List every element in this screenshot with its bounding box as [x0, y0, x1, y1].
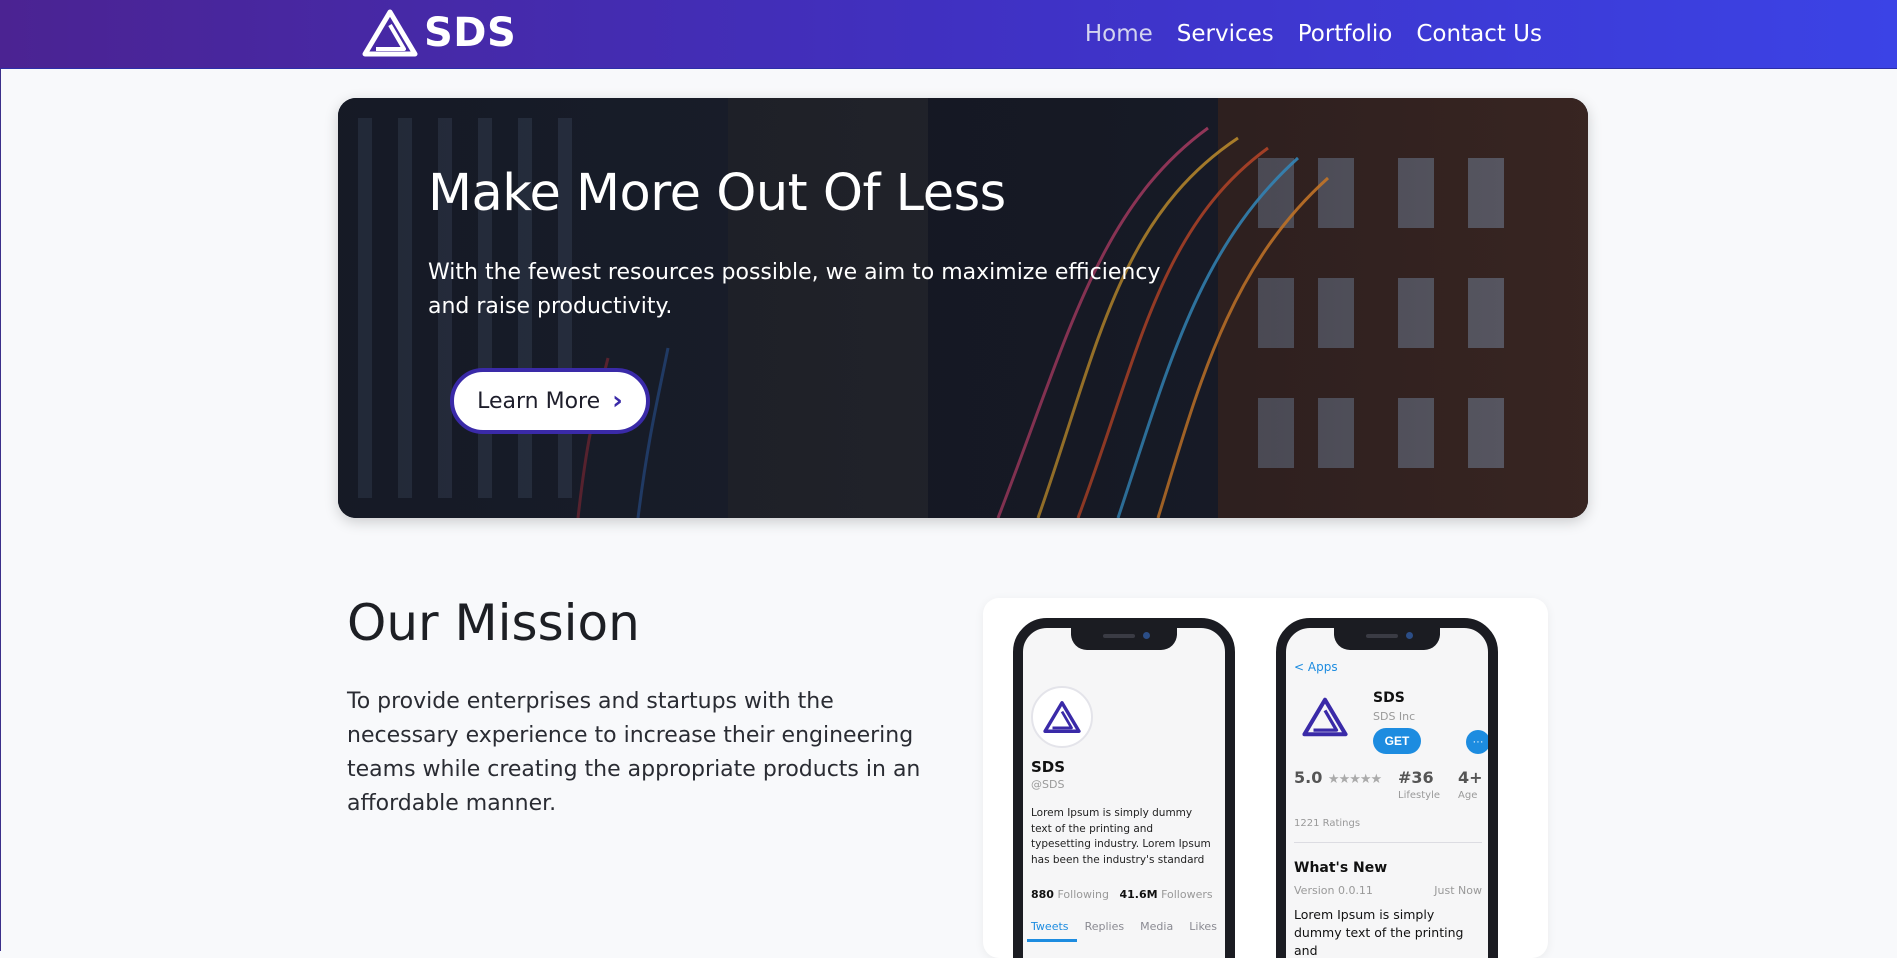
followers-label: Followers: [1161, 888, 1213, 901]
get-button: GET: [1373, 728, 1421, 754]
learn-more-button[interactable]: Learn More ›: [450, 368, 650, 434]
sds-logo-icon: [1043, 701, 1081, 733]
top-navbar: SDS Home Services Portfolio Contact Us: [0, 0, 1897, 69]
back-link: < Apps: [1294, 660, 1338, 674]
hero-title: Make More Out Of Less: [428, 164, 1006, 223]
learn-more-label: Learn More: [477, 388, 601, 414]
followers-count: 41.6M: [1119, 888, 1158, 901]
app-age-label: Age: [1458, 790, 1478, 801]
following-label: Following: [1057, 888, 1109, 901]
app-rank-label: Lifestyle: [1398, 790, 1441, 801]
more-options-icon: ···: [1466, 730, 1488, 754]
app-company: SDS Inc: [1373, 710, 1416, 723]
divider: [1294, 842, 1482, 843]
phone-mockup-app-store: < Apps SDS SDS Inc GET ··· 5.0 ★★★★★ #36…: [1276, 618, 1498, 958]
version-label: Version 0.0.11: [1294, 884, 1373, 897]
page-left-border: [0, 68, 1, 951]
tab-replies: Replies: [1084, 920, 1125, 933]
mission-text: To provide enterprises and startups with…: [347, 689, 921, 816]
nav-links: Home Services Portfolio Contact Us: [1085, 0, 1542, 68]
tab-tweets: Tweets: [1031, 920, 1069, 933]
hero-subtitle: With the fewest resources possible, we a…: [428, 260, 1161, 319]
ratings-count: 1221 Ratings: [1294, 818, 1361, 829]
profile-tabs: Tweets Replies Media Likes: [1023, 920, 1225, 933]
app-name: SDS: [1373, 690, 1405, 706]
app-rating: 5.0 ★★★★★: [1294, 768, 1382, 787]
sds-logo-icon: [362, 9, 418, 57]
sds-logo-icon: [1302, 697, 1348, 737]
nav-link-portfolio[interactable]: Portfolio: [1298, 21, 1393, 47]
active-tab-indicator: [1027, 939, 1077, 942]
chevron-right-icon: ›: [612, 386, 623, 416]
phone-mockups-card: SDS @SDS Lorem Ipsum is simply dummy tex…: [983, 598, 1548, 958]
app-icon: [1296, 688, 1354, 746]
release-notes: Lorem Ipsum is simply dummy text of the …: [1294, 907, 1464, 958]
star-rating-icon: ★★★★★: [1327, 772, 1382, 787]
tab-media: Media: [1140, 920, 1174, 933]
brand-logo-link[interactable]: SDS: [362, 8, 516, 58]
app-rank: #36: [1398, 768, 1434, 787]
following-count: 880: [1031, 888, 1054, 901]
phone-notch: [1071, 628, 1177, 650]
nav-link-home[interactable]: Home: [1085, 21, 1153, 47]
app-age: 4+: [1458, 768, 1483, 787]
phone-mockup-profile: SDS @SDS Lorem Ipsum is simply dummy tex…: [1013, 618, 1235, 958]
release-time: Just Now: [1434, 884, 1482, 897]
profile-handle: @SDS: [1031, 778, 1065, 791]
nav-link-contact[interactable]: Contact Us: [1416, 21, 1542, 47]
phone-notch: [1334, 628, 1440, 650]
mission-title: Our Mission: [347, 594, 640, 652]
nav-link-services[interactable]: Services: [1177, 21, 1274, 47]
hero-banner: Make More Out Of Less With the fewest re…: [338, 98, 1588, 518]
profile-stats: 880 Following 41.6M Followers: [1031, 888, 1213, 901]
whats-new-heading: What's New: [1294, 860, 1388, 876]
tab-likes: Likes: [1189, 920, 1217, 933]
profile-name: SDS: [1031, 758, 1066, 776]
profile-bio: Lorem Ipsum is simply dummy text of the …: [1031, 807, 1211, 866]
brand-name: SDS: [424, 10, 517, 56]
avatar: [1031, 686, 1093, 748]
